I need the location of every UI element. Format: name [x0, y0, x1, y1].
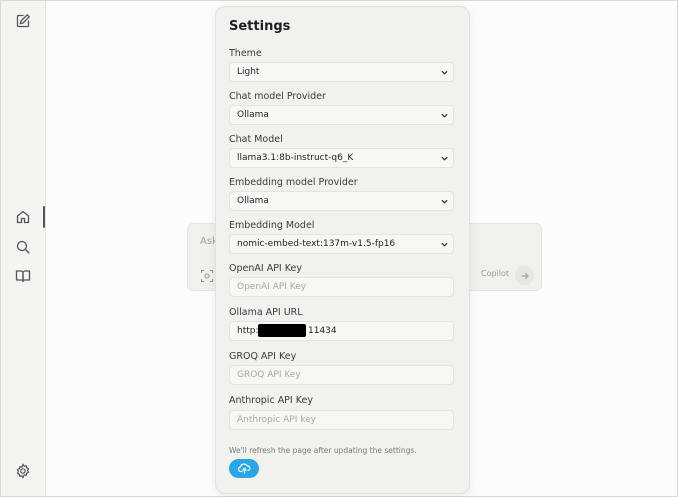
settings-dialog: Settings Theme Light Chat model Provider…: [215, 6, 470, 494]
focus-mode-icon[interactable]: [200, 268, 214, 283]
groq-key-placeholder: GROQ API Key: [237, 370, 301, 380]
dialog-title: Settings: [229, 19, 291, 34]
openai-key-placeholder: OpenAI API Key: [237, 282, 307, 292]
send-button[interactable]: [515, 266, 534, 285]
sidebar: [1, 1, 46, 496]
cloud-upload-icon: [237, 463, 250, 474]
openai-key-label: OpenAI API Key: [229, 263, 302, 274]
library-icon[interactable]: [15, 268, 33, 286]
chevron-down-icon: [441, 242, 448, 247]
home-icon[interactable]: [15, 209, 33, 227]
theme-select[interactable]: Light: [229, 62, 454, 82]
embedding-provider-label: Embedding model Provider: [229, 177, 358, 188]
openai-key-input[interactable]: OpenAI API Key: [229, 277, 454, 297]
arrow-right-icon: [520, 272, 529, 279]
anthropic-key-label: Anthropic API Key: [229, 395, 313, 406]
chat-model-value: llama3.1:8b-instruct-q6_K: [237, 153, 354, 163]
settings-icon[interactable]: [15, 463, 33, 481]
chat-provider-value: Ollama: [237, 110, 269, 120]
embedding-model-value: nomic-embed-text:137m-v1.5-fp16: [237, 239, 396, 249]
chevron-down-icon: [441, 113, 448, 118]
embedding-provider-select[interactable]: Ollama: [229, 191, 454, 211]
ollama-url-label: Ollama API URL: [229, 307, 303, 318]
anthropic-key-input[interactable]: Anthropic API key: [229, 410, 454, 430]
chevron-down-icon: [441, 156, 448, 161]
ollama-url-suffix: 11434: [308, 326, 337, 336]
theme-label: Theme: [229, 48, 262, 59]
ollama-url-input[interactable]: http:// 11434: [229, 321, 454, 341]
embedding-model-select[interactable]: nomic-embed-text:137m-v1.5-fp16: [229, 234, 454, 254]
chat-provider-select[interactable]: Ollama: [229, 105, 454, 125]
chat-provider-label: Chat model Provider: [229, 91, 326, 102]
embedding-model-label: Embedding Model: [229, 220, 315, 231]
new-chat-icon[interactable]: [15, 13, 33, 31]
active-nav-indicator: [43, 206, 45, 228]
theme-value: Light: [237, 67, 260, 77]
redaction-mark: [258, 324, 306, 337]
chat-model-label: Chat Model: [229, 134, 283, 145]
anthropic-key-placeholder: Anthropic API key: [237, 415, 316, 425]
chevron-down-icon: [441, 70, 448, 75]
chat-model-select[interactable]: llama3.1:8b-instruct-q6_K: [229, 148, 454, 168]
refresh-note: We'll refresh the page after updating th…: [229, 446, 417, 455]
groq-key-input[interactable]: GROQ API Key: [229, 365, 454, 385]
save-settings-button[interactable]: [229, 459, 259, 478]
copilot-label[interactable]: Copilot: [481, 269, 509, 278]
search-icon[interactable]: [15, 239, 33, 257]
chevron-down-icon: [441, 199, 448, 204]
groq-key-label: GROQ API Key: [229, 351, 297, 362]
embedding-provider-value: Ollama: [237, 196, 269, 206]
